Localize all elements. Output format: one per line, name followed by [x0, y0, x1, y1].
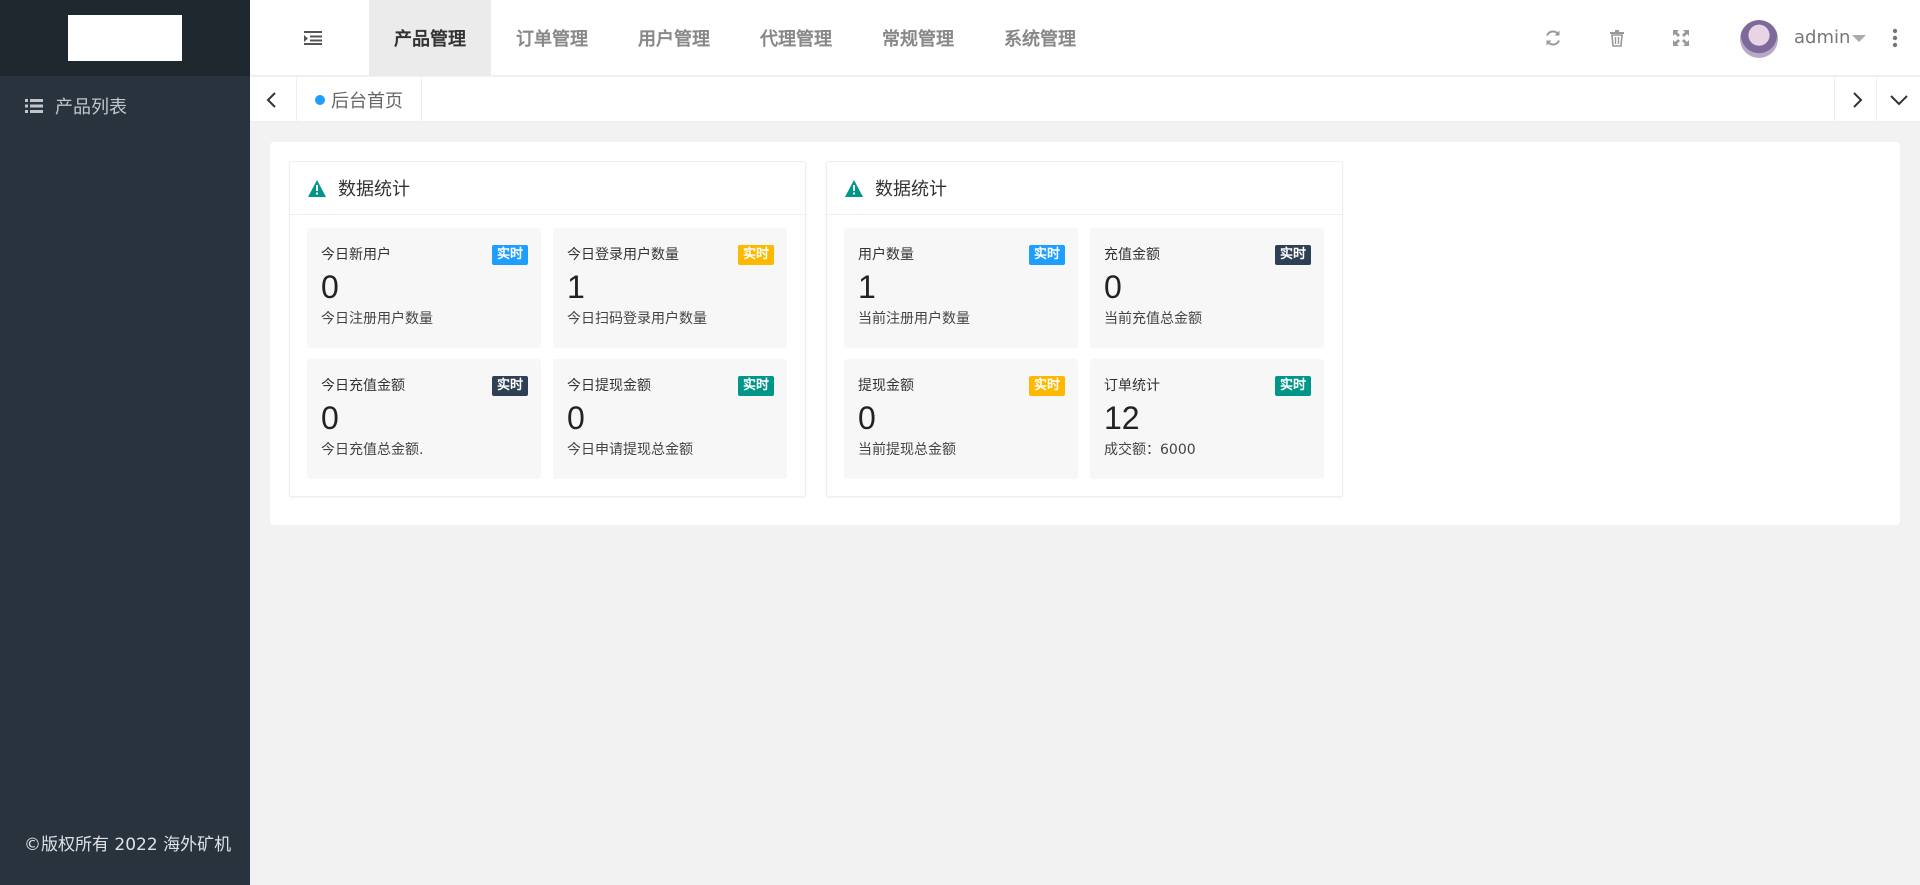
stat-card: 今日登录用户数量 实时 1 今日扫码登录用户数量 — [553, 228, 787, 348]
copyright-text: ©版权所有 2022 海外矿机 — [24, 835, 232, 855]
stat-card: 充值金额 实时 0 当前充值总金额 — [1090, 228, 1324, 348]
stat-description: 今日申请提现总金额 — [567, 442, 693, 458]
stat-value: 0 — [321, 400, 339, 436]
stat-description: 成交额：6000 — [1104, 442, 1196, 458]
sidebar: 产品列表 ©版权所有 2022 海外矿机 — [0, 0, 250, 885]
stats-panel: 数据统计 今日新用户 实时 0 今日注册用户数量 今日登录用户数量 实时 1 今… — [289, 161, 806, 497]
menu-toggle-icon[interactable] — [304, 30, 322, 46]
sidebar-item-product-list[interactable]: 产品列表 — [0, 76, 250, 136]
chevron-right-icon — [1852, 91, 1862, 108]
stat-card: 用户数量 实时 1 当前注册用户数量 — [844, 228, 1078, 348]
tab-scroll-left-button[interactable] — [250, 77, 294, 122]
main-content: 数据统计 今日新用户 实时 0 今日注册用户数量 今日登录用户数量 实时 1 今… — [270, 142, 1900, 525]
status-badge: 实时 — [1028, 376, 1065, 396]
warning-icon — [845, 179, 863, 197]
chevron-down-icon — [1889, 94, 1908, 105]
chevron-down-icon[interactable] — [1852, 35, 1866, 42]
stat-description: 今日充值总金额. — [321, 442, 424, 458]
top-header: 产品管理 订单管理 用户管理 代理管理 常规管理 系统管理 admin — [250, 0, 1920, 76]
nav-general-management[interactable]: 常规管理 — [857, 0, 979, 76]
stat-card: 今日提现金额 实时 0 今日申请提现总金额 — [553, 359, 787, 479]
fullscreen-icon[interactable] — [1671, 28, 1691, 48]
tab-home-label: 后台首页 — [331, 90, 403, 112]
status-badge: 实时 — [491, 245, 528, 265]
stat-description: 当前充值总金额 — [1104, 311, 1202, 327]
stat-description: 今日扫码登录用户数量 — [567, 311, 707, 327]
stat-value: 12 — [1104, 400, 1140, 436]
stat-description: 当前注册用户数量 — [858, 311, 970, 327]
stat-value: 0 — [1104, 269, 1122, 305]
nav-agent-management[interactable]: 代理管理 — [735, 0, 857, 76]
chevron-left-icon — [266, 91, 276, 108]
status-badge: 实时 — [737, 376, 774, 396]
status-badge: 实时 — [1274, 376, 1311, 396]
refresh-icon[interactable] — [1543, 28, 1563, 48]
stat-value: 0 — [567, 400, 585, 436]
logo[interactable] — [68, 15, 182, 61]
top-nav: 产品管理 订单管理 用户管理 代理管理 常规管理 系统管理 — [369, 0, 1101, 76]
nav-product-management[interactable]: 产品管理 — [369, 0, 491, 76]
stat-card: 今日新用户 实时 0 今日注册用户数量 — [307, 228, 541, 348]
stat-value: 1 — [567, 269, 585, 305]
logo-area — [0, 0, 250, 76]
username[interactable]: admin — [1794, 27, 1850, 48]
active-dot-icon — [315, 94, 325, 105]
stat-card: 提现金额 实时 0 当前提现总金额 — [844, 359, 1078, 479]
nav-system-management[interactable]: 系统管理 — [979, 0, 1101, 76]
status-badge: 实时 — [491, 376, 528, 396]
avatar[interactable] — [1740, 20, 1778, 58]
stat-description: 当前提现总金额 — [858, 442, 956, 458]
sidebar-item-label: 产品列表 — [55, 97, 127, 118]
stat-description: 今日注册用户数量 — [321, 311, 433, 327]
stat-value: 0 — [321, 269, 339, 305]
tab-home[interactable]: 后台首页 — [296, 77, 422, 122]
stat-card: 今日充值金额 实时 0 今日充值总金额. — [307, 359, 541, 479]
stat-card: 订单统计 实时 12 成交额：6000 — [1090, 359, 1324, 479]
trash-icon[interactable] — [1607, 28, 1627, 48]
tab-options-button[interactable] — [1876, 77, 1920, 122]
status-badge: 实时 — [1274, 245, 1311, 265]
warning-icon — [308, 179, 326, 197]
status-badge: 实时 — [737, 245, 774, 265]
stat-value: 0 — [858, 400, 876, 436]
tab-scroll-right-button[interactable] — [1834, 77, 1878, 122]
stat-value: 1 — [858, 269, 876, 305]
nav-user-management[interactable]: 用户管理 — [613, 0, 735, 76]
more-icon[interactable] — [1892, 28, 1898, 48]
nav-order-management[interactable]: 订单管理 — [491, 0, 613, 76]
status-badge: 实时 — [1028, 245, 1065, 265]
panel-title: 数据统计 — [875, 179, 947, 200]
panel-title: 数据统计 — [338, 179, 410, 200]
list-icon — [25, 99, 43, 113]
stats-panel: 数据统计 用户数量 实时 1 当前注册用户数量 充值金额 实时 0 当前充值总金… — [826, 161, 1343, 497]
panel-header: 数据统计 — [827, 162, 1342, 215]
tabs-bar: 后台首页 — [250, 77, 1920, 122]
panel-header: 数据统计 — [290, 162, 805, 215]
